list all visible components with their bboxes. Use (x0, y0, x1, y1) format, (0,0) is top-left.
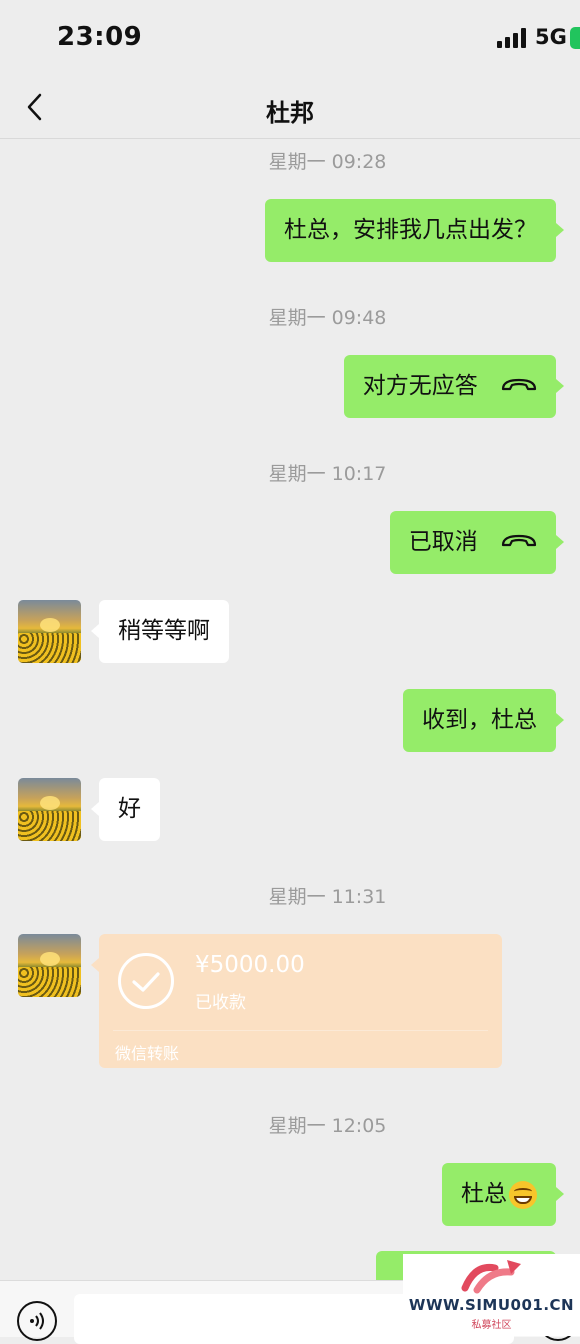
phone-hangup-icon (501, 355, 537, 418)
call-record-bubble[interactable]: 已取消 (389, 511, 565, 574)
message-text: 收到，杜总 (422, 707, 537, 733)
watermark: WWW.SIMU001.CN 私募社区 (403, 1254, 580, 1336)
message-bubble-sent[interactable]: 杜总 (442, 1163, 564, 1226)
message-list[interactable]: 星期一 09:28 杜总，安排我几点出发？ 星期一 09:48 对方无应答 星期… (0, 139, 580, 1280)
check-circle-icon (118, 953, 174, 1009)
battery-icon (570, 27, 580, 49)
transfer-label: 微信转账 (115, 1044, 180, 1063)
call-record-bubble[interactable]: 对方无应答 (343, 355, 565, 418)
timestamp: 星期一 09:28 (268, 151, 387, 173)
transfer-amount: ¥5000.00 (195, 952, 305, 978)
contact-avatar[interactable] (18, 778, 81, 841)
contact-avatar[interactable] (18, 934, 81, 997)
message-bubble-received[interactable]: 好 (91, 778, 160, 841)
message-text: 已取消 (408, 529, 478, 555)
message-text: 杜总 (461, 1181, 507, 1207)
timestamp: 星期一 12:05 (268, 1115, 387, 1137)
watermark-url: WWW.SIMU001.CN (408, 1296, 575, 1314)
timestamp: 星期一 09:48 (268, 307, 387, 329)
timestamp: 星期一 11:31 (268, 886, 387, 908)
message-text: 稍等等啊 (118, 618, 210, 644)
transfer-status: 已收款 (195, 993, 246, 1013)
chat-header: 杜邦 (0, 78, 580, 139)
message-text: 杜总，安排我几点出发？ (284, 217, 537, 243)
signal-icon (497, 28, 529, 48)
message-text: 对方无应答 (362, 373, 478, 399)
watermark-subtitle: 私募社区 (471, 1320, 512, 1331)
message-bubble-received[interactable]: 稍等等啊 (91, 600, 229, 663)
transfer-card[interactable]: ¥5000.00 已收款 微信转账 (91, 934, 502, 1068)
message-bubble-sent[interactable]: 收到，杜总 (403, 689, 564, 752)
contact-avatar[interactable] (18, 600, 81, 663)
chat-title: 杜邦 (266, 99, 314, 127)
network-type: 5G (535, 25, 567, 49)
message-text: 好 (118, 796, 141, 822)
voice-icon[interactable] (17, 1301, 57, 1341)
phone-hangup-icon (501, 511, 537, 574)
divider (113, 1030, 488, 1031)
status-bar: 23:09 5G (0, 0, 580, 78)
watermark-logo-icon (461, 1258, 523, 1298)
timestamp: 星期一 10:17 (268, 463, 387, 485)
status-time: 23:09 (57, 22, 143, 52)
message-bubble-sent[interactable]: 杜总，安排我几点出发？ (265, 199, 564, 262)
grinning-face-emoji (509, 1180, 537, 1209)
